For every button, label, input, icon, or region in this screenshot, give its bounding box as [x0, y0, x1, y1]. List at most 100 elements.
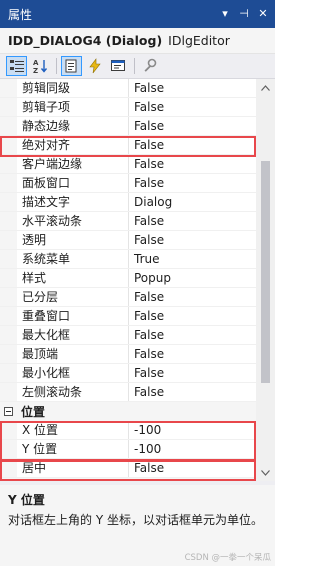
property-row[interactable]: 系统菜单 True [0, 250, 256, 269]
row-margin [0, 383, 17, 401]
property-name: 静态边缘 [17, 117, 129, 135]
row-margin [0, 193, 17, 211]
row-margin [0, 269, 17, 287]
property-name: 最小化框 [17, 364, 129, 382]
scroll-thumb[interactable] [261, 161, 270, 383]
property-value[interactable]: False [129, 288, 256, 306]
property-name: 面板窗口 [17, 174, 129, 192]
row-margin [0, 307, 17, 325]
properties-icon[interactable] [61, 56, 82, 76]
property-value[interactable]: False [129, 79, 256, 97]
row-margin [0, 440, 17, 458]
row-margin [0, 212, 17, 230]
property-row[interactable]: X 位置 -100 [0, 421, 256, 440]
property-name: 样式 [17, 269, 129, 287]
property-row[interactable]: 居中 False [0, 459, 256, 478]
row-margin [0, 174, 17, 192]
row-margin [0, 421, 17, 439]
row-margin [0, 136, 17, 154]
property-name: 最大化框 [17, 326, 129, 344]
toolbar-separator [134, 58, 135, 74]
title-buttons: ▾ ⊣ ✕ [220, 8, 275, 20]
property-name: 透明 [17, 231, 129, 249]
row-margin [0, 364, 17, 382]
properties-title-bar: 属性 ▾ ⊣ ✕ [0, 0, 275, 28]
property-row[interactable]: 面板窗口 False [0, 174, 256, 193]
scroll-down-icon[interactable] [256, 464, 275, 481]
property-value[interactable]: False [129, 345, 256, 363]
property-row[interactable]: 绝对对齐 False [0, 136, 256, 155]
toolbar-separator [56, 58, 57, 74]
property-row[interactable]: 描述文字 Dialog [0, 193, 256, 212]
property-value[interactable]: -100 [129, 440, 256, 458]
close-icon[interactable]: ✕ [258, 8, 268, 20]
property-value[interactable]: False [129, 307, 256, 325]
row-margin [0, 250, 17, 268]
property-value[interactable]: False [129, 231, 256, 249]
events-icon[interactable] [84, 56, 105, 76]
property-name: 左侧滚动条 [17, 383, 129, 401]
property-grid: 剪辑同级 False 剪辑子项 False 静态边缘 False 绝对对齐 False 客户端边… [0, 79, 256, 481]
property-value[interactable]: False [129, 98, 256, 116]
property-value[interactable]: False [129, 155, 256, 173]
property-pages-icon[interactable] [139, 56, 160, 76]
row-margin [0, 117, 17, 135]
category-label: 位置 [21, 405, 46, 419]
property-row[interactable]: 左侧滚动条 False [0, 383, 256, 402]
property-row[interactable]: 透明 False [0, 231, 256, 250]
property-name: X 位置 [17, 421, 129, 439]
property-name: 绝对对齐 [17, 136, 129, 154]
row-margin [0, 98, 17, 116]
property-value[interactable]: False [129, 383, 256, 401]
messages-icon[interactable] [107, 56, 128, 76]
property-row[interactable]: 水平滚动条 False [0, 212, 256, 231]
row-margin [0, 155, 17, 173]
property-name: 水平滚动条 [17, 212, 129, 230]
property-value[interactable]: True [129, 250, 256, 268]
property-row[interactable]: 最小化框 False [0, 364, 256, 383]
property-row[interactable]: 最顶端 False [0, 345, 256, 364]
property-name: Y 位置 [17, 440, 129, 458]
vertical-scrollbar[interactable] [256, 79, 275, 481]
collapse-icon[interactable] [0, 407, 17, 416]
property-row[interactable]: 最大化框 False [0, 326, 256, 345]
property-value[interactable]: Dialog [129, 193, 256, 211]
scroll-up-icon[interactable] [256, 79, 275, 96]
property-row[interactable]: 样式 Popup [0, 269, 256, 288]
property-name: 剪辑子项 [17, 98, 129, 116]
property-row[interactable]: 客户端边缘 False [0, 155, 256, 174]
property-row[interactable]: 重叠窗口 False [0, 307, 256, 326]
property-row[interactable]: 剪辑同级 False [0, 79, 256, 98]
property-value[interactable]: False [129, 326, 256, 344]
property-name: 剪辑同级 [17, 79, 129, 97]
property-value[interactable]: Popup [129, 269, 256, 287]
description-title: Y 位置 [8, 493, 45, 507]
row-margin [0, 79, 17, 97]
dropdown-icon[interactable]: ▾ [220, 8, 230, 20]
property-row[interactable]: 已分层 False [0, 288, 256, 307]
property-value[interactable]: False [129, 459, 256, 477]
category-position[interactable]: 位置 [0, 402, 256, 421]
property-value[interactable]: False [129, 174, 256, 192]
row-margin [0, 459, 17, 477]
alphabetical-icon[interactable]: A Z [29, 56, 50, 76]
row-margin [0, 288, 17, 306]
description-panel: Y 位置 对话框左上角的 Y 坐标，以对话框单元为单位。 CSDN @一拳一个呆… [0, 485, 275, 566]
property-row[interactable]: 剪辑子项 False [0, 98, 256, 117]
property-row[interactable]: 静态边缘 False [0, 117, 256, 136]
pin-icon[interactable]: ⊣ [239, 8, 249, 20]
property-value[interactable]: False [129, 136, 256, 154]
property-row[interactable]: Y 位置 -100 [0, 440, 256, 459]
categorized-icon[interactable] [6, 56, 27, 76]
property-name: 最顶端 [17, 345, 129, 363]
object-selector[interactable]: IDD_DIALOG4 (Dialog) IDlgEditor [0, 28, 275, 54]
property-value[interactable]: False [129, 364, 256, 382]
property-name: 重叠窗口 [17, 307, 129, 325]
property-name: 描述文字 [17, 193, 129, 211]
object-name: IDD_DIALOG4 (Dialog) [8, 33, 163, 48]
property-value[interactable]: False [129, 212, 256, 230]
svg-text:A: A [33, 59, 39, 67]
property-value[interactable]: -100 [129, 421, 256, 439]
property-value[interactable]: False [129, 117, 256, 135]
object-type: IDlgEditor [168, 33, 230, 48]
